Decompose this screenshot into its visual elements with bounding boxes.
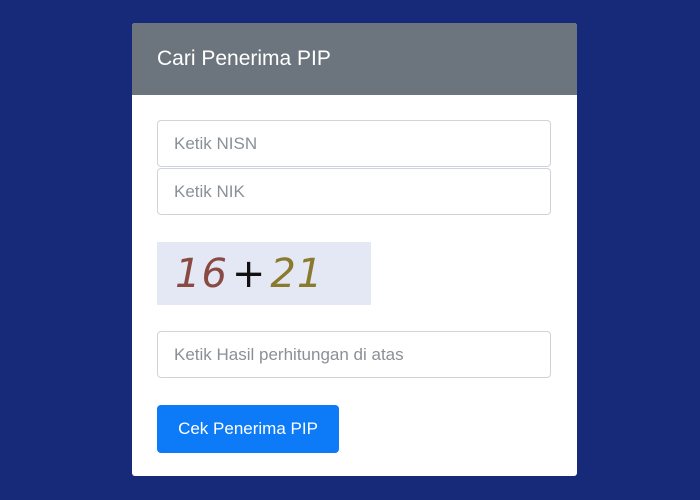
- captcha-answer-input[interactable]: [157, 331, 551, 378]
- check-recipient-button[interactable]: Cek Penerima PIP: [157, 405, 339, 453]
- card-header: Cari Penerima PIP: [132, 23, 577, 95]
- captcha-operator: +: [231, 250, 267, 297]
- nisn-input[interactable]: [157, 120, 551, 167]
- captcha-image: 16 + 21: [157, 242, 371, 305]
- card-body: 16 + 21 Cek Penerima PIP: [132, 95, 577, 476]
- card-title: Cari Penerima PIP: [157, 47, 331, 70]
- search-card: Cari Penerima PIP 16 + 21 Cek Penerima P…: [132, 23, 577, 476]
- captcha-operand-a: 16: [175, 250, 228, 297]
- captcha-operand-b: 21: [270, 250, 324, 297]
- nik-input[interactable]: [157, 168, 551, 215]
